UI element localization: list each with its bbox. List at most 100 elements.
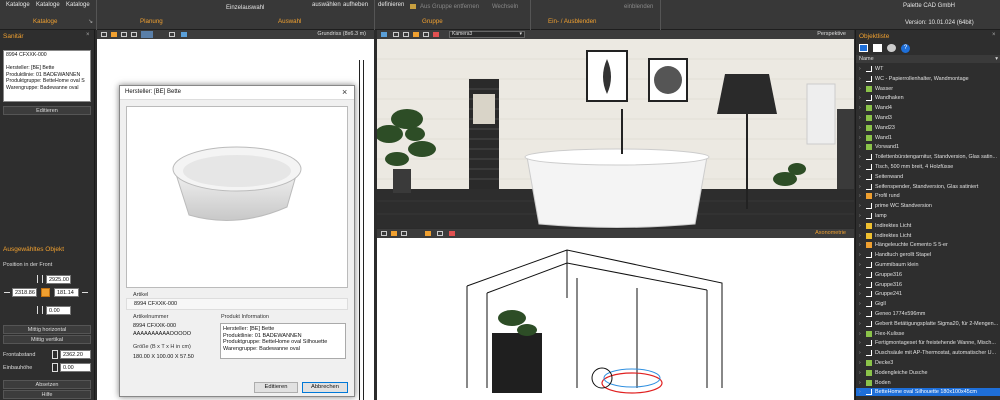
object-list-item[interactable]: › Decke3 <box>856 359 1000 367</box>
expand-chevron-icon[interactable]: › <box>859 183 861 191</box>
object-list-item[interactable]: › Wand1 <box>856 134 1000 142</box>
object-list-item[interactable]: › lamp <box>856 212 1000 220</box>
display-icon[interactable] <box>437 231 443 236</box>
expand-chevron-icon[interactable]: › <box>859 310 861 318</box>
object-list-item[interactable]: › Gigll <box>856 300 1000 308</box>
object-list-item[interactable]: › Wasser <box>856 85 1000 93</box>
object-list-item[interactable]: › Wand4 <box>856 104 1000 112</box>
render-icon[interactable] <box>449 231 455 236</box>
object-list-item[interactable]: › Geneo 1774x596mm <box>856 310 1000 318</box>
panel-close-icon[interactable]: × <box>86 32 90 38</box>
expand-chevron-icon[interactable]: › <box>859 143 861 151</box>
layer-icon[interactable] <box>391 231 397 236</box>
light-icon[interactable] <box>413 32 419 37</box>
expand-chevron-icon[interactable]: › <box>859 232 861 240</box>
object-list-item[interactable]: › Fertigmontageset für freistehende Wanne… <box>856 339 1000 347</box>
grid-icon[interactable] <box>401 231 407 236</box>
frontabstand-input[interactable]: 2362.20 <box>60 350 91 359</box>
object-list-item[interactable]: › Bodengleiche Dusche <box>856 369 1000 377</box>
expand-chevron-icon[interactable]: › <box>859 192 861 200</box>
position-top-input[interactable]: 2925.00 <box>46 275 71 284</box>
expand-chevron-icon[interactable]: › <box>859 153 861 161</box>
definieren-button[interactable]: definieren <box>378 2 404 8</box>
hilfe-button[interactable]: Hilfe <box>3 390 91 399</box>
expand-chevron-icon[interactable]: › <box>859 369 861 377</box>
position-bottom-input[interactable]: 0.00 <box>46 306 71 315</box>
object-list-item[interactable]: › Seitenwand <box>856 173 1000 181</box>
expand-chevron-icon[interactable]: › <box>859 104 861 112</box>
object-list-item[interactable]: › Duschsäule mit AP-Thermostat, automatis… <box>856 349 1000 357</box>
zoom-icon[interactable] <box>101 32 107 37</box>
filter-icon[interactable] <box>859 44 868 52</box>
expand-chevron-icon[interactable]: › <box>859 202 861 210</box>
view-select-icon[interactable] <box>141 31 153 38</box>
object-list-item[interactable]: › Indirektes Licht <box>856 232 1000 240</box>
column-header[interactable]: Name ▾ <box>856 55 1000 63</box>
wechseln-button[interactable]: Wechseln <box>492 4 518 10</box>
object-list-item[interactable]: › Boden <box>856 379 1000 387</box>
nav-icon[interactable] <box>381 32 387 37</box>
object-list-item[interactable]: › Handtuch gerollt Stapel <box>856 251 1000 259</box>
panel-close-icon[interactable]: × <box>992 32 996 38</box>
object-list-item[interactable]: › Geberit Betätigungsplatte Sigma20, für … <box>856 320 1000 328</box>
object-list-item[interactable]: › Toilettenbürstengarnitur, Standversion,… <box>856 153 1000 161</box>
pan-icon[interactable] <box>403 32 409 37</box>
object-list-item[interactable]: › Hängeleuchte Cemento S 5-er <box>856 241 1000 249</box>
object-list-item[interactable]: › Wand23 <box>856 124 1000 132</box>
object-list-item[interactable]: › Indirektes Licht <box>856 222 1000 230</box>
expand-chevron-icon[interactable]: › <box>859 290 861 298</box>
expand-chevron-icon[interactable]: › <box>859 173 861 181</box>
expand-chevron-icon[interactable]: › <box>859 124 861 132</box>
expand-chevron-icon[interactable]: › <box>859 261 861 269</box>
dialog-editieren-button[interactable]: Editieren <box>254 382 298 393</box>
kataloge-button-1[interactable]: Kataloge <box>6 2 30 8</box>
expand-chevron-icon[interactable]: › <box>859 271 861 279</box>
dialog-close-icon[interactable]: × <box>342 87 347 97</box>
axonometric-view[interactable]: Axonometrie <box>377 229 854 400</box>
position-right-input[interactable]: 181.14 <box>54 288 79 297</box>
expand-chevron-icon[interactable]: › <box>859 349 861 357</box>
help-icon[interactable]: ? <box>901 44 910 53</box>
expand-chevron-icon[interactable]: › <box>859 320 861 328</box>
layer-icon[interactable] <box>111 32 117 37</box>
kataloge-button-3[interactable]: Kataloge <box>66 2 90 8</box>
object-list-item[interactable]: › Gruppe316 <box>856 281 1000 289</box>
tag-icon[interactable] <box>873 44 882 52</box>
editieren-button-left[interactable]: Editieren <box>3 106 91 115</box>
expand-chevron-icon[interactable]: › <box>859 114 861 122</box>
einzelauswahl-button[interactable]: Einzelauswahl <box>226 5 264 11</box>
expand-chevron-icon[interactable]: › <box>859 222 861 230</box>
render-icon[interactable] <box>181 32 187 37</box>
anchor-object-icon[interactable] <box>41 288 50 297</box>
einblenden-button[interactable]: einblenden <box>624 4 653 10</box>
kataloge-button-2[interactable]: Kataloge <box>36 2 60 8</box>
render-icon[interactable] <box>433 32 439 37</box>
camera-select[interactable]: Kamera3 ▾ <box>449 31 525 38</box>
object-list-item[interactable]: › WC - Papierrollenhalter, Wandmontage <box>856 75 1000 83</box>
expand-chevron-icon[interactable]: › <box>859 134 861 142</box>
expand-chevron-icon[interactable]: › <box>859 359 861 367</box>
object-list-item[interactable]: › BetteHome oval Silhouette 180x100x45cm <box>856 388 1000 397</box>
mittig-horizontal-button[interactable]: Mittig horizontal <box>3 325 91 334</box>
zoom-icon[interactable] <box>393 32 399 37</box>
object-list-item[interactable]: › Seifenspender, Standversion, Glas satin… <box>856 183 1000 191</box>
light-icon[interactable] <box>425 231 431 236</box>
expand-chevron-icon[interactable]: › <box>859 281 861 289</box>
expand-chevron-icon[interactable]: › <box>859 379 861 387</box>
expand-chevron-icon[interactable]: › <box>859 163 861 171</box>
absetzen-button[interactable]: Absetzen <box>3 380 91 389</box>
object-list-item[interactable]: › Flex-Kulisse <box>856 330 1000 338</box>
zoom-icon[interactable] <box>381 231 387 236</box>
expand-chevron-icon[interactable]: › <box>859 241 861 249</box>
aus-gruppe-entfernen-button[interactable]: Aus Gruppe entfernen <box>420 4 479 10</box>
object-list-item[interactable]: › Wand3 <box>856 114 1000 122</box>
refresh-icon[interactable] <box>887 44 896 52</box>
dialog-abbrechen-button[interactable]: Abbrechen <box>302 382 348 393</box>
object-list-item[interactable]: › Gruppe316 <box>856 271 1000 279</box>
grid-icon[interactable] <box>121 32 127 37</box>
object-list-item[interactable]: › Wandhaken <box>856 94 1000 102</box>
expand-chevron-icon[interactable]: › <box>859 65 861 73</box>
expand-chevron-icon[interactable]: › <box>859 300 861 308</box>
object-list-item[interactable]: › prime WC Standversion <box>856 202 1000 210</box>
material-icon[interactable] <box>423 32 429 37</box>
